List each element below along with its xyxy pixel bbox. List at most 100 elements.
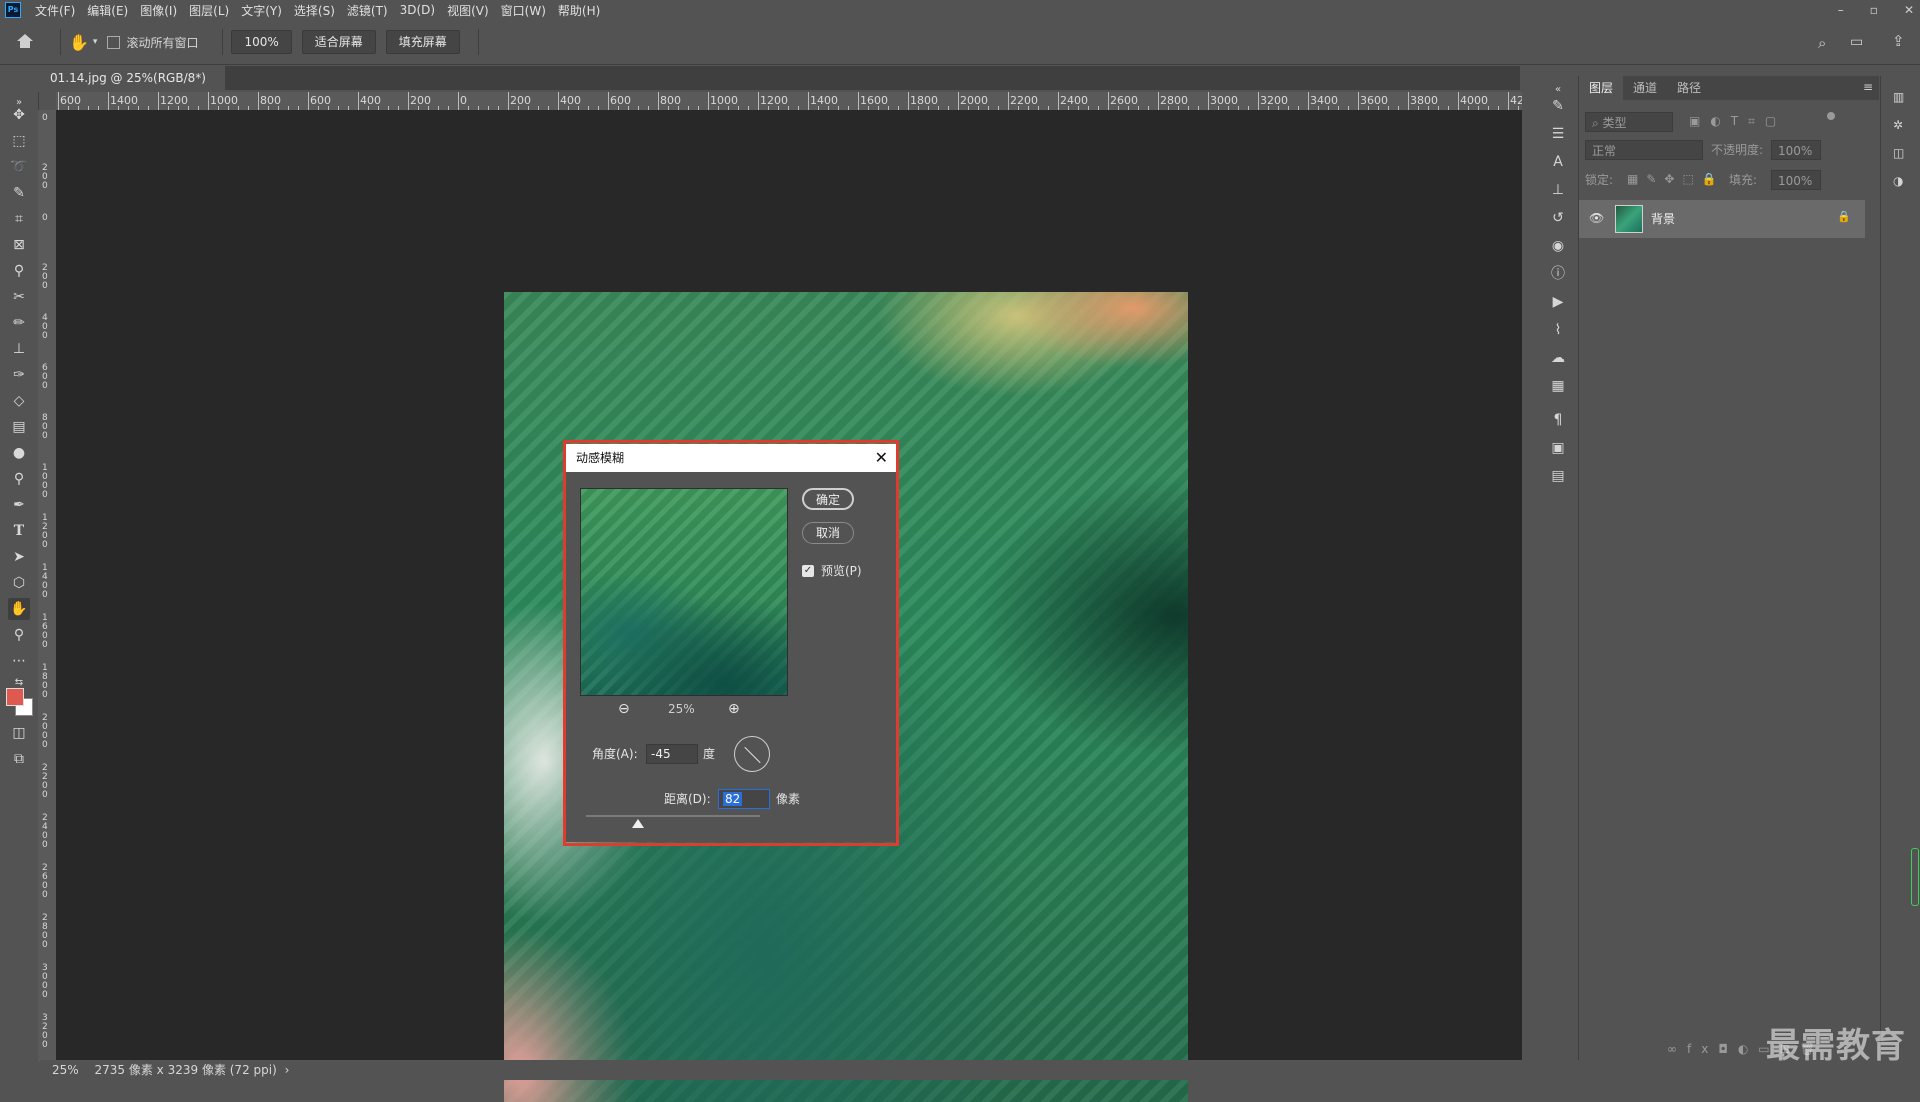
menu-type[interactable]: 文字(Y) (235, 2, 288, 19)
swatches-icon[interactable]: ▦ (1548, 376, 1568, 396)
zoom-out-icon[interactable]: ⊖ (618, 700, 630, 718)
lasso-tool-icon[interactable]: ➰ (8, 156, 30, 178)
distance-slider-thumb[interactable] (632, 819, 644, 828)
scroll-indicator[interactable] (1911, 848, 1919, 906)
workspace-icon[interactable]: ▭ (1850, 34, 1863, 50)
history-brush-icon[interactable]: ✑ (8, 364, 30, 386)
zoom-tool-icon[interactable]: ⚲ (8, 624, 30, 646)
foreground-color-swatch[interactable] (6, 688, 24, 706)
visibility-eye-icon[interactable]: 👁 (1589, 211, 1604, 225)
more-tools-icon[interactable]: ⋯ (8, 650, 30, 672)
menu-edit[interactable]: 编辑(E) (81, 2, 134, 19)
hand-tool-icon[interactable]: ✋ (8, 598, 30, 620)
blur-tool-icon[interactable]: ● (8, 442, 30, 464)
chevron-down-icon[interactable]: ▾ (93, 37, 98, 47)
filter-toggle-icon[interactable] (1827, 112, 1835, 120)
move-tool-icon[interactable]: ✥ (8, 104, 30, 126)
clone-source-icon[interactable]: ⊥ (1548, 180, 1568, 200)
dialog-close-icon[interactable]: ✕ (875, 444, 888, 472)
libraries-icon[interactable]: ◫ (1893, 146, 1904, 160)
menu-view[interactable]: 视图(V) (441, 2, 495, 19)
quick-select-tool-icon[interactable]: ✎ (8, 182, 30, 204)
pen-tool-icon[interactable]: ✒ (8, 494, 30, 516)
ruler-label: 2200 (1010, 94, 1038, 107)
menu-3d[interactable]: 3D(D) (394, 3, 441, 17)
close-window-button[interactable]: ✕ (1904, 3, 1914, 17)
notes-icon[interactable]: ▤ (1548, 466, 1568, 486)
info-icon[interactable]: ⓘ (1548, 264, 1568, 284)
scroll-all-checkbox[interactable] (107, 35, 121, 49)
share-icon[interactable]: ⇪ (1892, 32, 1905, 50)
menu-help[interactable]: 帮助(H) (552, 2, 606, 19)
menu-window[interactable]: 窗口(W) (495, 2, 552, 19)
distance-input[interactable]: 82 (718, 789, 770, 809)
search-icon[interactable]: ⌕ (1818, 34, 1826, 52)
fill-screen-button[interactable]: 填充屏幕 (385, 30, 460, 54)
marquee-tool-icon[interactable]: ⬚ (8, 130, 30, 152)
opacity-input[interactable]: 100% (1771, 140, 1821, 160)
brush-settings-icon[interactable]: ✎ (1548, 96, 1568, 116)
layer-filter-icons[interactable]: ▣◐T⌗▢ (1689, 114, 1786, 129)
layer-row-background[interactable]: 👁 背景 🔒 (1579, 200, 1865, 238)
crop-tool-icon[interactable]: ⌗ (8, 208, 30, 230)
color-icon[interactable]: ☁ (1548, 348, 1568, 368)
distance-slider-track[interactable] (586, 815, 760, 817)
type-tool-icon[interactable]: T (8, 520, 30, 542)
zoom-in-icon[interactable]: ⊕ (728, 700, 740, 718)
menu-image[interactable]: 图像(I) (134, 2, 183, 19)
cancel-button[interactable]: 取消 (802, 522, 854, 544)
layer-name[interactable]: 背景 (1651, 210, 1675, 227)
paths-icon[interactable]: ⌇ (1548, 320, 1568, 340)
menu-filter[interactable]: 滤镜(T) (341, 2, 394, 19)
lock-icons[interactable]: ▦✎✥⬚🔒 (1627, 172, 1725, 186)
properties-icon[interactable]: ◑ (1893, 174, 1903, 188)
blend-mode-select[interactable]: 正常 (1585, 140, 1703, 160)
quick-mask-icon[interactable]: ◫ (8, 722, 30, 744)
preview-zoom-percent: 25% (668, 702, 695, 716)
tab-channels[interactable]: 通道 (1623, 76, 1667, 100)
shape-tool-icon[interactable]: ⬡ (8, 572, 30, 594)
hand-tool-preset-icon[interactable]: ✋ (69, 33, 89, 52)
document-tab[interactable]: 01.14.jpg @ 25%(RGB/8*) × (40, 66, 225, 109)
ok-button[interactable]: 确定 (802, 488, 854, 510)
gradient-tool-icon[interactable]: ▤ (8, 416, 30, 438)
navigator-icon[interactable]: ✲ (1893, 118, 1903, 132)
character-icon[interactable]: A (1548, 152, 1568, 172)
layer-filter-kind[interactable]: ⌕ 类型 (1585, 112, 1673, 132)
brush-tool-icon[interactable]: ✏ (8, 312, 30, 334)
healing-tool-icon[interactable]: ✂ (8, 286, 30, 308)
dodge-tool-icon[interactable]: ⚲ (8, 468, 30, 490)
adjustments-icon[interactable]: ☰ (1548, 124, 1568, 144)
home-icon[interactable] (16, 33, 34, 52)
path-select-tool-icon[interactable]: ➤ (8, 546, 30, 568)
blur-preview-image[interactable] (580, 488, 788, 696)
styles-icon[interactable]: ▣ (1548, 438, 1568, 458)
tab-paths[interactable]: 路径 (1667, 76, 1711, 100)
fill-input[interactable]: 100% (1771, 170, 1821, 190)
channels-icon[interactable]: ◉ (1548, 236, 1568, 256)
panel-menu-icon[interactable]: ≡ (1863, 80, 1873, 94)
tab-layers[interactable]: 图层 (1579, 76, 1624, 100)
chevron-right-icon[interactable]: › (285, 1063, 290, 1077)
minimize-button[interactable]: – (1838, 3, 1844, 17)
paragraph-icon[interactable]: ¶ (1548, 410, 1568, 430)
restore-button[interactable]: ▫ (1870, 3, 1878, 17)
dialog-titlebar[interactable]: 动感模糊 ✕ (566, 444, 896, 472)
stamp-tool-icon[interactable]: ⊥ (8, 338, 30, 360)
frame-tool-icon[interactable]: ⊠ (8, 234, 30, 256)
menu-file[interactable]: 文件(F) (29, 2, 81, 19)
preview-checkbox[interactable]: ✓ (802, 565, 814, 577)
history-icon[interactable]: ↺ (1548, 208, 1568, 228)
actions-play-icon[interactable]: ▶ (1548, 292, 1568, 312)
menu-select[interactable]: 选择(S) (288, 2, 341, 19)
histogram-icon[interactable]: ▥ (1893, 90, 1904, 104)
eraser-tool-icon[interactable]: ◇ (8, 390, 30, 412)
angle-input[interactable]: -45 (646, 744, 698, 764)
angle-dial[interactable] (734, 736, 770, 772)
menu-layer[interactable]: 图层(L) (183, 2, 235, 19)
status-zoom[interactable]: 25% (52, 1063, 79, 1077)
zoom-100-button[interactable]: 100% (231, 30, 292, 54)
fit-screen-button[interactable]: 适合屏幕 (301, 30, 376, 54)
eyedropper-tool-icon[interactable]: ⚲ (8, 260, 30, 282)
screen-mode-icon[interactable]: ⧉ (8, 748, 30, 770)
